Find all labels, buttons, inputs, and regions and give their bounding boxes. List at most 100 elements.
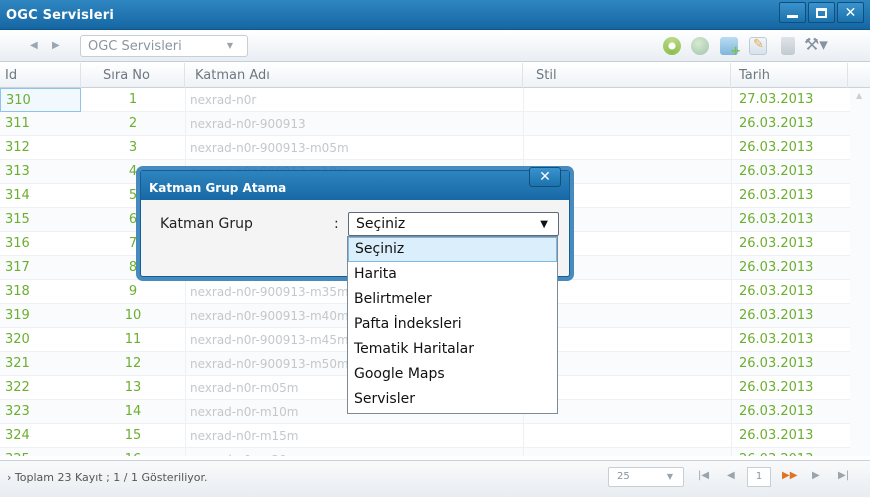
toolbar: ◀ ▶ OGC Servisleri ▼ ⚒▾	[0, 30, 870, 62]
column-separator	[185, 376, 186, 400]
option-pafta-indeksleri[interactable]: Pafta İndeksleri	[348, 312, 557, 337]
katman-grup-select[interactable]: Seçiniz ▼	[348, 212, 559, 236]
cell-tarih: 26.03.2013	[739, 188, 814, 203]
column-header-id[interactable]: Id	[0, 63, 81, 88]
grid-scrollbar[interactable]: ▲	[850, 88, 870, 456]
table-row[interactable]: 311 2 nexrad-n0r-900913 26.03.2013	[0, 112, 870, 136]
maximize-button[interactable]	[808, 2, 835, 23]
next-page-icon[interactable]: ▶	[812, 470, 820, 481]
cell-tarih: 26.03.2013	[731, 448, 848, 456]
cell-stil	[523, 136, 731, 160]
column-separator	[731, 352, 732, 376]
option-tematik-haritalar[interactable]: Tematik Haritalar	[348, 337, 557, 362]
column-separator	[731, 424, 732, 448]
globe-icon[interactable]	[691, 37, 709, 55]
table-row[interactable]: 312 3 nexrad-n0r-900913-m05m 26.03.2013	[0, 136, 870, 160]
column-separator	[523, 88, 524, 112]
option-harita[interactable]: Harita	[348, 262, 557, 287]
cell-sira-no: 10	[124, 308, 142, 323]
option-belirtmeler[interactable]: Belirtmeler	[348, 287, 557, 312]
record-info-text: Toplam 23 Kayıt ; 1 / 1 Gösteriliyor.	[14, 471, 208, 484]
page-number-input[interactable]: 1	[747, 467, 771, 487]
column-separator	[731, 256, 732, 280]
window-controls: ✕	[777, 2, 864, 23]
column-header-katman-adi[interactable]: Katman Adı	[185, 63, 523, 88]
service-combo[interactable]: OGC Servisleri ▼	[80, 35, 248, 57]
column-separator	[731, 136, 732, 160]
cell-tarih: 26.03.2013	[739, 404, 814, 419]
cell-tarih: 26.03.2013	[739, 380, 814, 395]
nav-forward-icon[interactable]: ▶	[52, 40, 60, 51]
chevron-down-icon: ▼	[666, 472, 673, 481]
option-servisler[interactable]: Servisler	[348, 387, 557, 412]
table-row[interactable]: 324 15 nexrad-n0r-m15m 26.03.2013	[0, 424, 870, 448]
column-separator	[731, 112, 732, 136]
cell-sira-no: 16	[81, 448, 185, 456]
option-google-maps[interactable]: Google Maps	[348, 362, 557, 387]
cell-id: 322	[5, 380, 30, 395]
cell-sira-no: 1	[128, 92, 138, 107]
grid-header: Id Sıra No Katman Adı Stil Tarih	[0, 63, 870, 88]
fast-forward-icon[interactable]: ▶▶	[782, 470, 797, 481]
cell-id: 320	[5, 332, 30, 347]
cell-tarih: 26.03.2013	[739, 308, 814, 323]
cell-stil	[523, 424, 731, 448]
prev-page-icon[interactable]: ◀	[727, 470, 735, 481]
cell-katman-adi: nexrad-n0r	[190, 93, 257, 107]
cell-id: 323	[5, 404, 30, 419]
cell-sira-no: 14	[124, 404, 142, 419]
add-layer-icon[interactable]	[720, 37, 741, 59]
last-page-icon[interactable]: ▶|	[838, 470, 849, 481]
maximize-icon	[816, 7, 827, 18]
column-separator	[185, 448, 186, 456]
dialog-title: Katman Grup Atama	[149, 181, 287, 195]
tools-icon[interactable]: ⚒▾	[804, 35, 834, 55]
table-row[interactable]: 32516nexrad-n0r-m20m 26.03.2013	[0, 448, 870, 456]
page-size-select[interactable]: 25 ▼	[608, 467, 684, 487]
cell-sira-no: 13	[124, 380, 142, 395]
dialog-close-button[interactable]: ✕	[529, 167, 561, 187]
option-seciniz[interactable]: Seçiniz	[348, 237, 557, 262]
cell-sira-no: 2	[128, 116, 138, 131]
column-separator	[523, 448, 524, 456]
edit-icon[interactable]	[749, 37, 767, 55]
service-combo-value: OGC Servisleri	[88, 39, 182, 54]
minimize-button[interactable]	[779, 2, 806, 23]
nav-back-icon[interactable]: ◀	[30, 40, 38, 51]
cell-stil	[523, 88, 731, 112]
first-page-icon[interactable]: |◀	[698, 470, 709, 481]
refresh-icon[interactable]	[663, 37, 681, 55]
cell-id: 312	[5, 140, 30, 155]
cell-id: 325	[0, 448, 81, 456]
katman-grup-options: Seçiniz Harita Belirtmeler Pafta İndeksl…	[347, 236, 558, 414]
cell-id: 317	[5, 260, 30, 275]
cell-tarih: 26.03.2013	[739, 284, 814, 299]
cell-sira-no: 3	[128, 140, 138, 155]
trash-icon[interactable]	[781, 37, 795, 55]
cell-tarih: 27.03.2013	[739, 92, 814, 107]
cell-id: 324	[5, 428, 30, 443]
cell-tarih: 26.03.2013	[739, 356, 814, 371]
table-row[interactable]: 310 1 nexrad-n0r 27.03.2013	[0, 88, 870, 112]
column-separator	[523, 112, 524, 136]
column-separator	[185, 88, 186, 112]
cell-tarih: 26.03.2013	[739, 236, 814, 251]
cell-id: 321	[5, 356, 30, 371]
column-header-sira-no[interactable]: Sıra No	[81, 63, 185, 88]
column-separator	[731, 208, 732, 232]
close-icon: ✕	[844, 4, 857, 21]
cell-stil	[523, 448, 731, 456]
column-separator	[185, 424, 186, 448]
cell-tarih: 26.03.2013	[739, 332, 814, 347]
paging-bar: › Toplam 23 Kayıt ; 1 / 1 Gösteriliyor. …	[0, 460, 870, 497]
cell-katman-adi: nexrad-n0r-900913-m05m	[190, 141, 349, 155]
cell-tarih: 26.03.2013	[739, 140, 814, 155]
column-header-stil[interactable]: Stil	[523, 63, 731, 88]
cell-tarih: 26.03.2013	[739, 260, 814, 275]
close-button[interactable]: ✕	[837, 2, 864, 23]
cell-sira-no: 15	[124, 428, 142, 443]
column-separator	[731, 400, 732, 424]
record-info: › Toplam 23 Kayıt ; 1 / 1 Gösteriliyor.	[7, 471, 208, 484]
scroll-up-icon[interactable]: ▲	[856, 91, 862, 100]
column-header-tarih[interactable]: Tarih	[731, 63, 848, 88]
